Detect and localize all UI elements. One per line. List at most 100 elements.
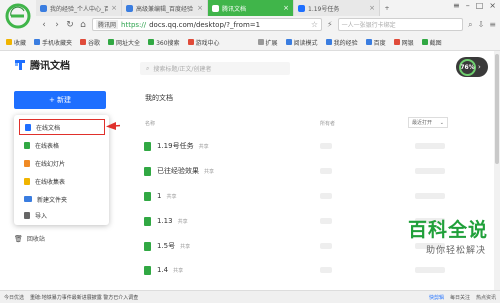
tab-tencent-docs[interactable]: 腾讯文档 × <box>208 0 294 16</box>
scrollbar-thumb[interactable] <box>495 54 499 164</box>
import-icon <box>24 211 30 219</box>
url-text: docs.qq.com/desktop/?_from=1 <box>149 20 261 29</box>
tencent-docs-logo-icon <box>15 59 25 70</box>
bookmark-item[interactable]: 游戏中心 <box>187 38 220 47</box>
menu-item-online-slides[interactable]: 在线幻灯片 <box>19 155 105 171</box>
minimize-icon[interactable]: – <box>466 1 470 10</box>
chevron-down-icon: ⌄ <box>439 119 444 126</box>
home-icon[interactable]: ⌂ <box>79 20 87 30</box>
download-icon[interactable]: ⇩ <box>478 20 485 29</box>
bookmark-item[interactable]: 阅读模式 <box>285 38 318 47</box>
open-time <box>415 168 445 174</box>
tab-task[interactable]: 1.19号任务 × <box>294 0 380 16</box>
shared-badge: 共享 <box>166 193 177 200</box>
column-header-owner: 所有者 <box>320 121 336 127</box>
tab-label: 我的经验_个人中心_百度经验 <box>50 5 108 13</box>
doc-title: 1.4 <box>157 266 169 274</box>
new-tab-button[interactable]: + <box>380 0 394 16</box>
browser-logo-icon[interactable] <box>5 3 31 29</box>
tab-baidu-profile[interactable]: 我的经验_个人中心_百度经验 × <box>36 0 122 16</box>
menu-item-online-doc[interactable]: 在线文档 <box>19 119 105 135</box>
tab-baidu-editor[interactable]: 高级兼编辑_百度经验 × <box>122 0 208 16</box>
web-search-input[interactable]: 一人一张银行卡绑定 <box>337 18 464 31</box>
search-input[interactable]: ⌕ 搜索标题/正文/创建者 <box>140 62 290 75</box>
bookmark-item[interactable]: 扩展 <box>257 38 278 47</box>
forward-icon[interactable]: › <box>53 20 61 30</box>
open-time <box>415 193 445 199</box>
bookmark-item[interactable]: 谷歌 <box>80 38 100 47</box>
bookmark-item[interactable]: 网址大全 <box>108 38 140 47</box>
scrollbar[interactable] <box>494 51 500 290</box>
bookmark-item[interactable]: 360搜索 <box>148 38 180 47</box>
refresh-icon[interactable]: ↻ <box>66 20 74 30</box>
watermark-title: 百科全说 <box>407 219 488 241</box>
doc-title: 1.13 <box>157 217 173 225</box>
brand-name: 腾讯文档 <box>30 61 70 72</box>
bookmark-item[interactable]: 手机收藏夹 <box>34 38 72 47</box>
doc-title: 1.5号 <box>157 242 176 250</box>
nav-bar: ‹ › ↻ ⌂ 腾讯网 https:// docs.qq.com/desktop… <box>36 16 500 33</box>
bookmark-item[interactable]: 收藏 <box>6 38 26 47</box>
form-icon <box>24 177 30 185</box>
doc-row[interactable]: 1.4 共享 <box>140 261 470 279</box>
status-bar: 今日优选 重磅:地铁暴力事件最新进展披露 警方已介入调查 快剪辑 每日关注 热点… <box>0 290 500 303</box>
bookmark-star-icon[interactable]: ☆ <box>311 20 318 29</box>
status-item[interactable]: 快剪辑 <box>429 294 444 301</box>
news-ticker[interactable]: 重磅:地铁暴力事件最新进展披露 警方已介入调查 <box>30 294 138 301</box>
menu-item-new-folder[interactable]: 新建文件夹 <box>19 191 105 207</box>
owner-avatar <box>320 143 332 149</box>
shared-badge: 共享 <box>180 243 191 250</box>
recycle-bin-item[interactable]: 🗑 回收站 <box>14 234 45 244</box>
performance-widget[interactable]: 76% › <box>456 57 488 77</box>
baidu-paw-icon <box>40 4 47 12</box>
doc-row[interactable]: 1 共享 <box>140 187 470 205</box>
close-tab-icon[interactable]: × <box>111 4 117 12</box>
shared-badge: 共享 <box>173 267 184 274</box>
back-icon[interactable]: ‹ <box>40 20 48 30</box>
brand[interactable]: 腾讯文档 <box>14 57 70 72</box>
trash-icon: 🗑 <box>14 234 23 243</box>
shared-badge: 共享 <box>204 168 215 175</box>
bookmark-item[interactable]: 截图 <box>421 38 442 47</box>
phone-icon <box>34 39 41 45</box>
lightning-icon[interactable]: ⚡ <box>327 20 333 29</box>
folder-icon <box>24 196 32 202</box>
search-icon[interactable]: ⌕ <box>468 20 472 30</box>
close-icon[interactable]: × <box>489 1 496 10</box>
more-icon[interactable]: ≡ <box>489 20 496 29</box>
sort-dropdown[interactable]: 最近打开 ⌄ <box>408 117 448 128</box>
maximize-icon[interactable]: □ <box>476 1 484 10</box>
doc-row[interactable]: 1.19号任务 共享 <box>140 137 470 155</box>
doc-title: 1.19号任务 <box>157 142 194 150</box>
status-item[interactable]: 每日关注 <box>450 294 470 301</box>
search-icon: ⌕ <box>146 64 150 72</box>
close-tab-icon[interactable]: × <box>369 4 375 12</box>
google-icon <box>80 39 87 45</box>
bookmark-item[interactable]: 百度 <box>365 38 386 47</box>
tab-label: 高级兼编辑_百度经验 <box>136 5 194 13</box>
bookmark-item[interactable]: 我的经验 <box>325 38 358 47</box>
tab-label: 1.19号任务 <box>308 5 340 13</box>
sheet-file-icon <box>144 191 151 201</box>
address-bar[interactable]: 腾讯网 https:// docs.qq.com/desktop/?_from=… <box>92 18 322 31</box>
read-icon <box>285 39 292 45</box>
status-item[interactable]: 热点资讯 <box>476 294 496 301</box>
chevron-right-icon: › <box>478 63 481 71</box>
sheet-icon <box>24 141 30 149</box>
extension-icon <box>257 39 264 45</box>
menu-icon[interactable]: ≡ <box>453 1 460 10</box>
new-button[interactable]: + 新建 <box>14 91 106 109</box>
close-tab-icon[interactable]: × <box>283 4 289 12</box>
owner-avatar <box>320 168 332 174</box>
search-360-icon <box>148 39 155 45</box>
perf-percent: 76% <box>459 58 476 76</box>
close-tab-icon[interactable]: × <box>197 4 203 12</box>
menu-item-import[interactable]: 导入 <box>19 207 105 223</box>
menu-item-online-form[interactable]: 在线收集表 <box>19 173 105 189</box>
owner-avatar <box>320 193 332 199</box>
bookmark-item[interactable]: 网银 <box>393 38 414 47</box>
status-left[interactable]: 今日优选 <box>4 294 24 301</box>
menu-item-online-sheet[interactable]: 在线表格 <box>19 137 105 153</box>
doc-row[interactable]: 已往经验效果 共享 <box>140 162 470 180</box>
site-tag: 腾讯网 <box>96 20 119 29</box>
